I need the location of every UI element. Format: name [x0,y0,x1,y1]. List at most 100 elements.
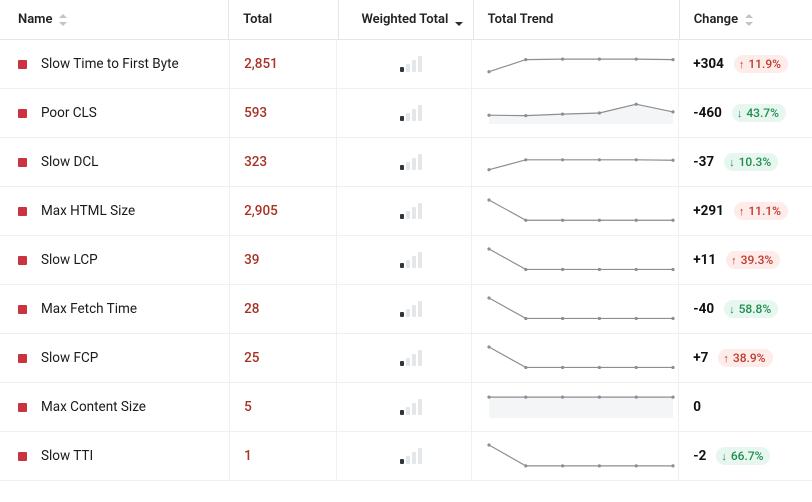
table-row[interactable]: Poor CLS 593 -460 ↓43.7% [0,89,812,138]
change-value: +291 [693,203,724,219]
table-row[interactable]: Slow TTI 1 -2 ↓ 66.7% [0,432,812,481]
table-row[interactable]: Slow Time to First Byte 2,851 +304 ↑11.9% [0,40,812,89]
severity-square-icon [18,403,27,412]
metric-name: Slow Time to First Byte [41,56,179,72]
change-percent: 43.7% [746,106,779,120]
arrow-down-icon: ↓ [721,451,727,462]
change-value: -37 [693,154,714,170]
trend-sparkline [486,344,676,372]
total-value: 323 [244,154,267,170]
col-header-name[interactable]: Name [18,12,68,27]
metric-name: Slow TTI [41,448,93,464]
severity-square-icon [18,60,27,69]
change-value: +11 [693,252,716,268]
col-header-weighted-label: Weighted Total [361,12,448,27]
col-header-name-label: Name [18,12,52,27]
severity-square-icon [18,158,27,167]
signal-bars-icon [400,350,422,366]
arrow-down-icon: ↓ [737,108,743,119]
change-pill: ↓ 10.3% [724,153,778,171]
change-value: +7 [693,350,708,366]
severity-square-icon [18,452,27,461]
metric-name: Slow DCL [41,154,98,170]
severity-square-icon [18,207,27,216]
signal-bars-icon [400,56,422,72]
severity-square-icon [18,256,27,265]
total-value: 25 [244,350,259,366]
severity-square-icon [18,354,27,363]
change-value: +304 [693,56,724,72]
metrics-table: Name Total Weighted Total Total Trend Ch… [0,0,812,481]
change-pill: ↑11.1% [734,202,788,220]
change-percent: 11.1% [748,204,781,218]
col-header-trend[interactable]: Total Trend [488,12,554,27]
col-header-trend-label: Total Trend [488,12,554,27]
table-row[interactable]: Slow FCP 25 +7 ↑ 38.9% [0,334,812,383]
arrow-down-icon: ↓ [729,304,735,315]
signal-bars-icon [400,154,422,170]
arrow-up-icon: ↑ [723,353,729,364]
signal-bars-icon [400,301,422,317]
total-value: 39 [244,252,259,268]
table-row[interactable]: Slow DCL 323 -37 ↓ 10.3% [0,138,812,187]
total-value: 1 [244,448,252,464]
change-value: -2 [693,448,706,464]
change-pill: ↑ 39.3% [726,251,780,269]
change-percent: 38.9% [733,351,766,365]
arrow-up-icon: ↑ [731,255,737,266]
metric-name: Poor CLS [41,105,97,121]
severity-square-icon [18,109,27,118]
col-header-total-label: Total [243,12,272,27]
arrow-down-icon: ↓ [729,157,735,168]
trend-sparkline [486,442,676,470]
change-pill: ↓ 66.7% [716,447,770,465]
trend-sparkline [486,50,676,78]
table-row[interactable]: Slow LCP 39 +11 ↑ 39.3% [0,236,812,285]
trend-sparkline [486,148,676,176]
col-header-change[interactable]: Change [694,12,754,27]
trend-sparkline [486,246,676,274]
change-percent: 66.7% [731,449,764,463]
table-row[interactable]: Max HTML Size 2,905 +291 ↑11.1% [0,187,812,236]
total-value: 28 [244,301,259,317]
metric-name: Slow FCP [41,350,98,366]
change-percent: 39.3% [741,253,774,267]
metric-name: Max Fetch Time [41,301,137,317]
metric-name: Slow LCP [41,252,98,268]
total-value: 5 [244,399,252,415]
total-value: 593 [244,105,267,121]
severity-square-icon [18,305,27,314]
trend-sparkline [486,393,676,421]
total-value: 2,851 [244,56,278,72]
trend-sparkline [486,197,676,225]
change-pill: ↓58.8% [724,300,778,318]
col-header-weighted[interactable]: Weighted Total [353,12,472,27]
change-pill: ↓43.7% [732,104,786,122]
change-pill: ↑11.9% [734,55,788,73]
signal-bars-icon [400,252,422,268]
arrow-up-icon: ↑ [739,206,745,217]
sort-both-icon [58,14,68,26]
col-header-total[interactable]: Total [243,12,308,27]
metric-name: Max Content Size [41,399,146,415]
change-percent: 10.3% [739,155,772,169]
change-value: 0 [693,399,701,415]
table-row[interactable]: Max Content Size 5 0 [0,383,812,432]
change-pill: ↑ 38.9% [718,349,772,367]
signal-bars-icon [400,399,422,415]
total-value: 2,905 [244,203,278,219]
table-header: Name Total Weighted Total Total Trend Ch… [0,0,812,40]
change-value: -460 [693,105,722,121]
trend-sparkline [486,99,676,127]
sort-desc-icon [454,14,464,26]
change-percent: 11.9% [748,57,781,71]
sort-both-icon [744,14,754,26]
trend-sparkline [486,295,676,323]
table-row[interactable]: Max Fetch Time 28 -40 ↓58.8% [0,285,812,334]
arrow-up-icon: ↑ [739,59,745,70]
signal-bars-icon [400,105,422,121]
signal-bars-icon [400,203,422,219]
signal-bars-icon [400,448,422,464]
change-value: -40 [693,301,714,317]
metric-name: Max HTML Size [41,203,135,219]
